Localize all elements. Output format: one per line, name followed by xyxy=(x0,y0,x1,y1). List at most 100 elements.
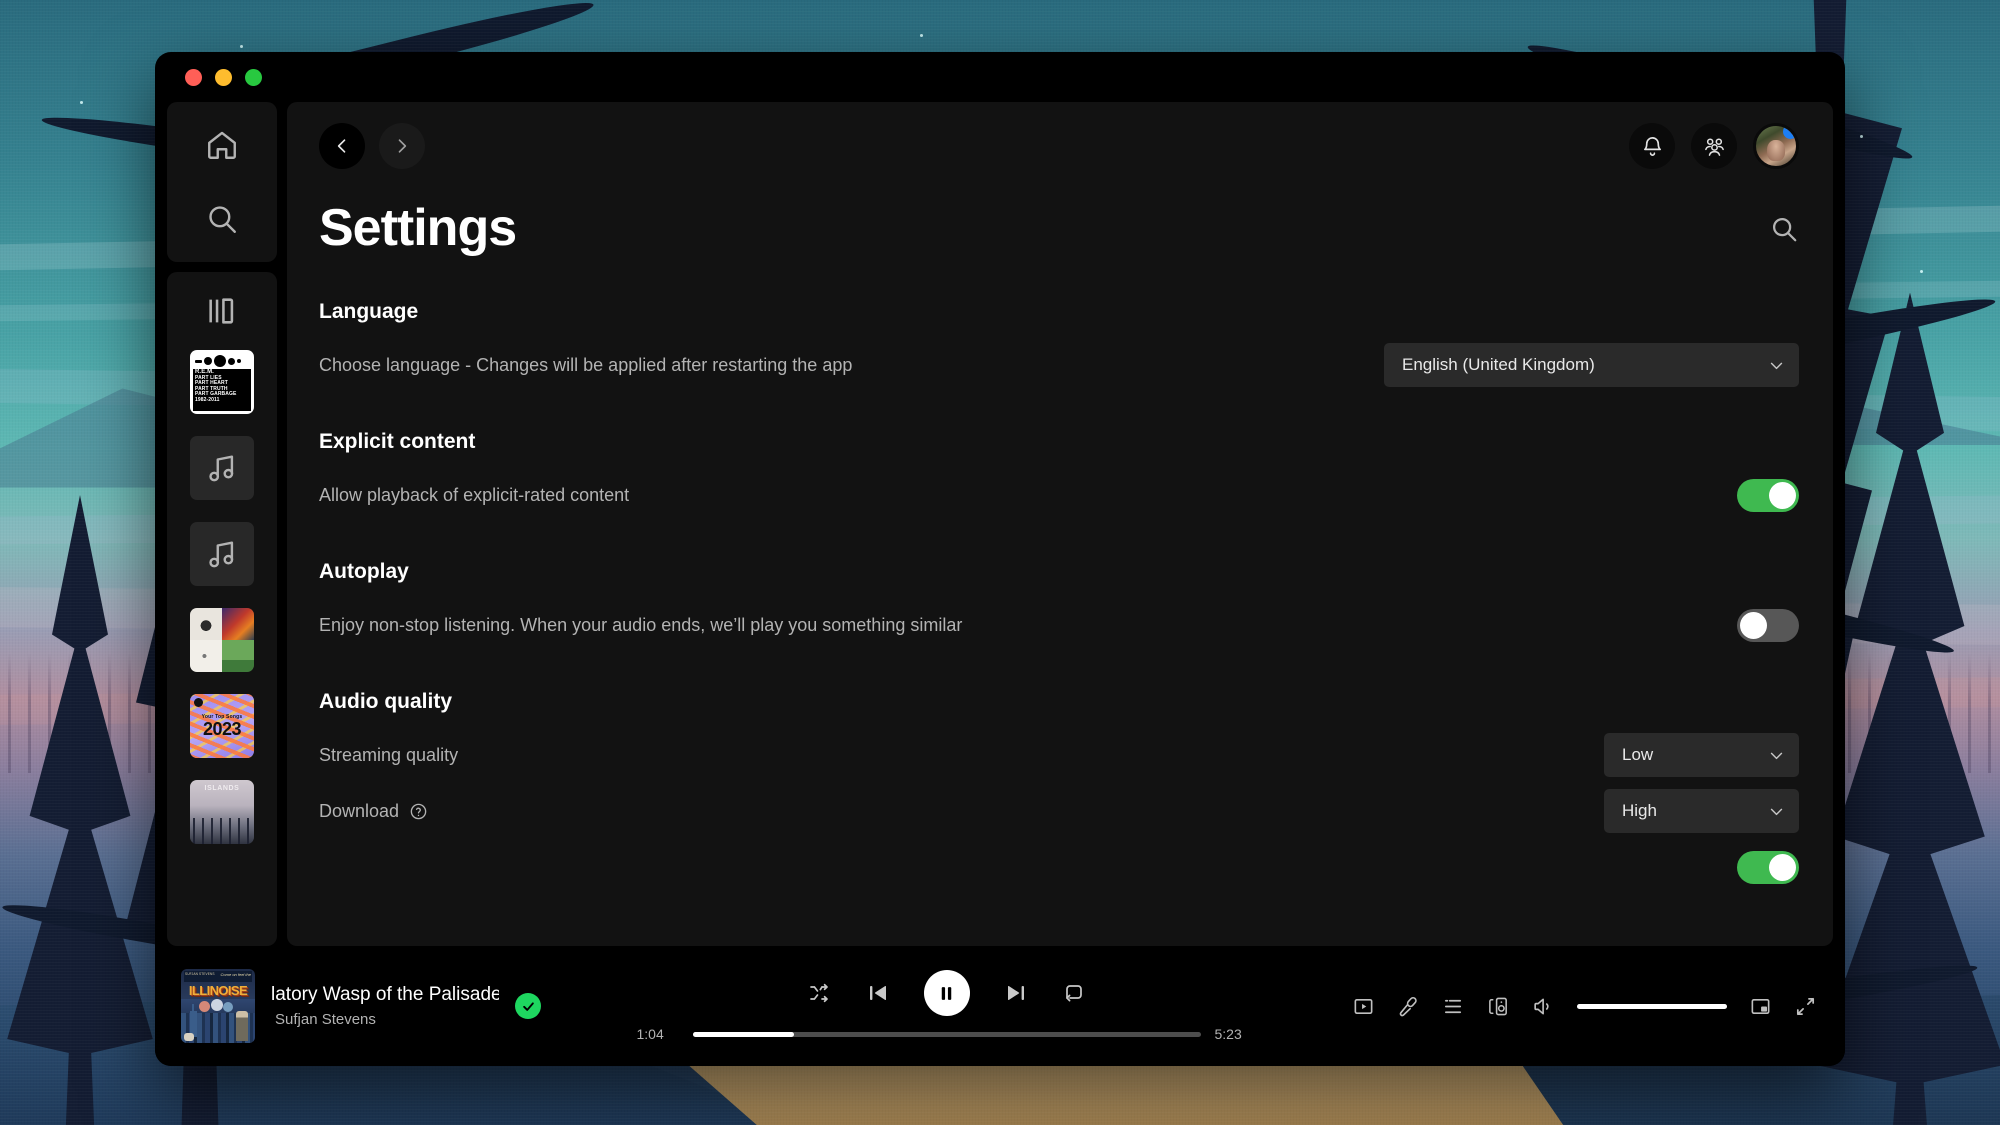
search-icon[interactable] xyxy=(205,202,239,236)
help-circle-icon[interactable] xyxy=(409,802,428,821)
setting-control xyxy=(1737,850,1799,884)
rem-disc-graphic xyxy=(193,353,251,369)
section-title: Audio quality xyxy=(319,690,452,713)
next-icon[interactable] xyxy=(1004,981,1028,1005)
volume-icon[interactable] xyxy=(1532,995,1555,1018)
save-to-library-button[interactable] xyxy=(515,993,541,1019)
close-window-button[interactable] xyxy=(185,68,202,86)
islands-album-art: ISLANDS xyxy=(190,780,254,844)
album-art-tagline: Come on feel the xyxy=(220,972,251,977)
setting-row-streaming-quality: Streaming quality Low xyxy=(319,732,1799,778)
album-art-balloon xyxy=(211,999,223,1011)
track-title[interactable]: latory Wasp of the Palisades is out xyxy=(271,984,499,1006)
sidebar-item-islands-album[interactable]: ISLANDS xyxy=(190,780,254,844)
islands-skyline xyxy=(190,818,254,844)
sidebar-item-wrapped-2023[interactable]: Your Top Songs 2023 xyxy=(190,694,254,758)
toggle-knob xyxy=(1769,853,1796,881)
chevron-right-icon xyxy=(398,139,407,153)
pause-icon xyxy=(941,986,952,1000)
progress-fill xyxy=(692,1031,795,1037)
sidebar-library-card: R.E.M. PART LIES PART HEART PART TRUTH P… xyxy=(167,272,277,946)
language-dropdown-value: English (United Kingdom) xyxy=(1402,355,1595,374)
queue-icon[interactable] xyxy=(1442,995,1465,1018)
devices-icon[interactable] xyxy=(1487,995,1510,1018)
avatar[interactable] xyxy=(1753,123,1799,169)
maximize-window-button[interactable] xyxy=(245,68,262,86)
back-button[interactable] xyxy=(319,123,365,169)
wrapped-year: 2023 xyxy=(202,719,242,739)
sidebar-item-rem-album[interactable]: R.E.M. PART LIES PART HEART PART TRUTH P… xyxy=(190,350,254,414)
spotify-window: R.E.M. PART LIES PART HEART PART TRUTH P… xyxy=(155,52,1845,1066)
music-note-icon xyxy=(209,455,234,482)
playback-bar: SUFJAN STEVENS Come on feel the ILLINOIS… xyxy=(155,946,1845,1066)
islands-title: ISLANDS xyxy=(204,785,240,792)
page-header: Settings xyxy=(319,198,1799,258)
track-artist[interactable]: Sufjan Stevens xyxy=(271,1011,499,1028)
setting-row-partially-visible xyxy=(319,844,1799,890)
previous-icon[interactable] xyxy=(866,981,890,1005)
language-dropdown[interactable]: English (United Kingdom) xyxy=(1384,343,1799,387)
setting-row-download-quality: Download High xyxy=(319,788,1799,834)
section-audio-quality: Audio quality Streaming quality Low Down… xyxy=(319,690,1799,890)
sidebar: R.E.M. PART LIES PART HEART PART TRUTH P… xyxy=(167,102,277,946)
nav-arrows xyxy=(319,123,425,169)
play-pause-button[interactable] xyxy=(923,970,970,1016)
album-art-animal xyxy=(184,1033,194,1041)
download-quality-dropdown[interactable]: High xyxy=(1604,789,1799,833)
friend-activity-button[interactable] xyxy=(1691,123,1737,169)
window-titlebar[interactable] xyxy=(155,52,1845,102)
miniplayer-icon[interactable] xyxy=(1749,995,1772,1018)
album-art-thumbnail[interactable]: SUFJAN STEVENS Come on feel the ILLINOIS… xyxy=(181,969,255,1043)
sidebar-item-liked-collage[interactable] xyxy=(190,608,254,672)
download-quality-value: High xyxy=(1622,801,1657,820)
section-title: Autoplay xyxy=(319,560,409,583)
album-art-balloon xyxy=(223,1002,233,1012)
chevron-down-icon xyxy=(1770,362,1783,369)
notifications-button[interactable] xyxy=(1629,123,1675,169)
album-art-title: ILLINOISE xyxy=(188,983,248,998)
setting-label: Allow playback of explicit-rated content xyxy=(319,485,629,506)
volume-slider[interactable] xyxy=(1577,1003,1727,1009)
setting-control xyxy=(1737,608,1799,642)
avatar-notification-badge xyxy=(1783,126,1796,139)
sidebar-nav-card xyxy=(167,102,277,262)
player-right-controls xyxy=(1352,995,1817,1018)
progress-slider[interactable] xyxy=(692,1031,1201,1037)
library-icon[interactable] xyxy=(205,294,239,328)
home-icon[interactable] xyxy=(205,128,239,162)
setting-label-text: Enjoy non-stop listening. When your audi… xyxy=(319,614,963,635)
next-setting-toggle[interactable] xyxy=(1737,850,1799,884)
streaming-quality-dropdown[interactable]: Low xyxy=(1604,733,1799,777)
settings-content: Settings Language Choose language - Chan… xyxy=(287,190,1833,946)
setting-label: Streaming quality xyxy=(319,745,458,766)
total-duration: 5:23 xyxy=(1214,1026,1242,1042)
shuffle-icon[interactable] xyxy=(808,981,832,1005)
autoplay-toggle[interactable] xyxy=(1737,608,1799,642)
section-title: Explicit content xyxy=(319,430,476,453)
window-body: R.E.M. PART LIES PART HEART PART TRUTH P… xyxy=(155,102,1845,946)
sidebar-item-playlist-1[interactable] xyxy=(190,436,254,500)
section-autoplay: Autoplay Enjoy non-stop listening. When … xyxy=(319,560,1799,648)
setting-row-language: Choose language - Changes will be applie… xyxy=(319,342,1799,388)
explicit-content-toggle[interactable] xyxy=(1737,478,1799,512)
music-note-icon xyxy=(209,541,234,568)
sidebar-item-playlist-2[interactable] xyxy=(190,522,254,586)
chevron-left-icon xyxy=(337,139,346,153)
section-language: Language Choose language - Changes will … xyxy=(319,300,1799,388)
minimize-window-button[interactable] xyxy=(215,68,232,86)
now-playing-icon[interactable] xyxy=(1352,995,1375,1018)
album-art-figure xyxy=(236,1011,248,1041)
track-text: latory Wasp of the Palisades is out Sufj… xyxy=(271,984,499,1028)
setting-control: Low xyxy=(1604,733,1799,777)
forward-button[interactable] xyxy=(379,123,425,169)
topbar-right-actions xyxy=(1629,123,1799,169)
progress-row: 1:04 5:23 xyxy=(637,1026,1257,1042)
wrapped-2023-art: Your Top Songs 2023 xyxy=(190,694,254,758)
search-settings-icon[interactable] xyxy=(1769,214,1799,244)
microphone-icon[interactable] xyxy=(1397,995,1420,1018)
setting-control: High xyxy=(1604,789,1799,833)
rem-line: 1982-2011 xyxy=(195,396,220,403)
setting-label: Enjoy non-stop listening. When your audi… xyxy=(319,615,962,636)
repeat-icon[interactable] xyxy=(1062,981,1086,1005)
fullscreen-icon[interactable] xyxy=(1794,995,1817,1018)
